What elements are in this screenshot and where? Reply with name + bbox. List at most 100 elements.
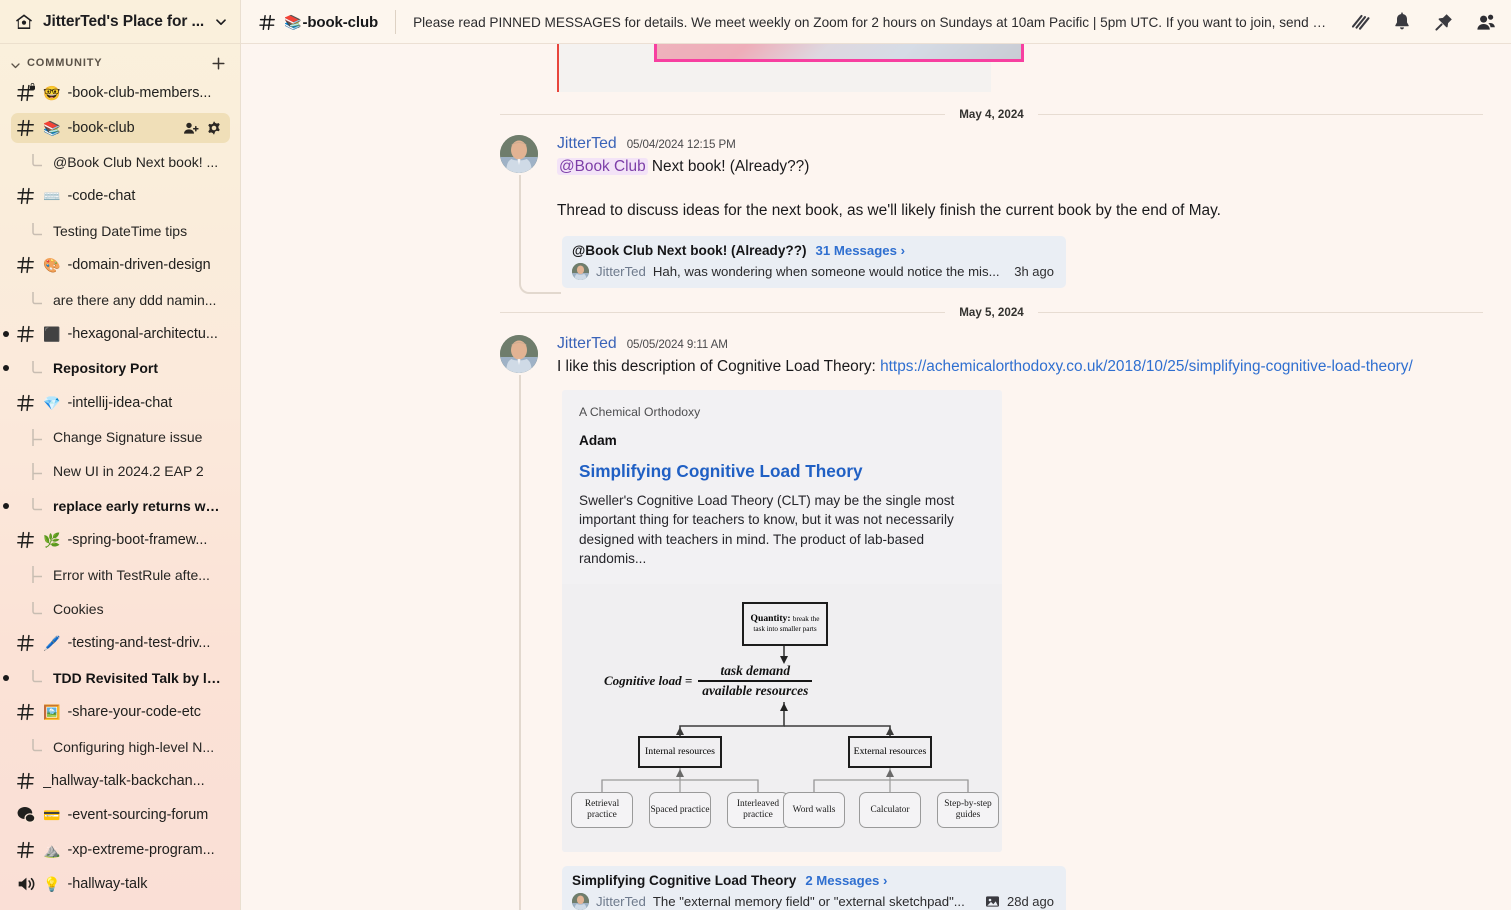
link-preview-author: Adam bbox=[579, 433, 617, 449]
thread-branch-icon bbox=[31, 360, 44, 377]
channel-emoji: 🎨 bbox=[43, 257, 61, 274]
bell-icon[interactable] bbox=[1391, 11, 1413, 33]
unread-indicator bbox=[0, 330, 11, 337]
sidebar-channel-item[interactable]: 🎨 -domain-driven-design bbox=[0, 248, 240, 282]
message-author[interactable]: JitterTed bbox=[557, 335, 617, 353]
thread-branch-icon bbox=[31, 738, 44, 755]
diagram-quantity-label: Quantity: bbox=[750, 612, 791, 624]
clipped-image-message: DOUBLE CODE bbox=[241, 44, 1511, 92]
sidebar-item-inner: 💡 -hallway-talk bbox=[11, 869, 230, 899]
diagram-leaf: Interleaved practice bbox=[727, 792, 789, 829]
image-attachment-frame[interactable]: DOUBLE CODE bbox=[559, 44, 1024, 92]
sidebar-item-inner: 🎨 -domain-driven-design bbox=[11, 250, 230, 280]
sidebar-item-label: -book-club-members... bbox=[67, 85, 212, 102]
hash-icon bbox=[16, 840, 36, 860]
message-list: DOUBLE CODE May 4, 2024 bbox=[241, 44, 1511, 910]
sidebar-thread-item[interactable]: Cookies bbox=[0, 592, 240, 626]
hash-icon bbox=[16, 393, 36, 413]
date-separator: May 4, 2024 bbox=[241, 92, 1511, 131]
sidebar-channel-item[interactable]: 🤓 -book-club-members... bbox=[0, 76, 240, 110]
channel-topic[interactable]: Please read PINNED MESSAGES for details.… bbox=[413, 15, 1331, 30]
server-header[interactable]: JitterTed's Place for ... bbox=[0, 0, 240, 44]
avatar[interactable] bbox=[500, 335, 538, 374]
sidebar-thread-item[interactable]: New UI in 2024.2 EAP 2 bbox=[0, 454, 240, 488]
date-label: May 5, 2024 bbox=[959, 306, 1024, 320]
community-section-header[interactable]: COMMUNITY bbox=[0, 44, 240, 76]
members-icon[interactable] bbox=[1475, 11, 1497, 33]
sidebar-channel-item[interactable]: 📚 -book-club bbox=[0, 110, 240, 144]
unread-indicator bbox=[0, 502, 11, 509]
avatar[interactable] bbox=[500, 135, 538, 173]
sidebar-item-label: are there any ddd namin... bbox=[53, 291, 217, 308]
sidebar-item-inner: are there any ddd namin... bbox=[11, 285, 230, 315]
gear-icon[interactable] bbox=[206, 120, 222, 136]
message-body: JitterTed 05/04/2024 12:15 PM @Book Club… bbox=[544, 135, 1487, 289]
sidebar-thread-item[interactable]: replace early returns wit... bbox=[0, 489, 240, 523]
hash-icon bbox=[16, 118, 36, 138]
link-preview-card[interactable]: A Chemical Orthodoxy Adam Simplifying Co… bbox=[562, 390, 1002, 853]
message-text: Thread to discuss ideas for the next boo… bbox=[557, 201, 1221, 219]
attached-image[interactable]: DOUBLE CODE bbox=[654, 44, 1024, 62]
sidebar-thread-item[interactable]: Error with TestRule afte... bbox=[0, 557, 240, 591]
thread-branch-icon bbox=[31, 153, 44, 170]
channel-emoji: 🖊️ bbox=[43, 635, 61, 652]
thread-preview-card[interactable]: Simplifying Cognitive Load Theory 2 Mess… bbox=[562, 866, 1066, 910]
formula-label: Cognitive load = bbox=[604, 673, 693, 689]
sidebar-thread-item[interactable]: Repository Port bbox=[0, 351, 240, 385]
sidebar-channel-item[interactable]: 💎 -intellij-idea-chat bbox=[0, 386, 240, 420]
diagram-box-quantity: Quantity: break the task into smaller pa… bbox=[742, 602, 828, 647]
sidebar-item-label: Repository Port bbox=[53, 360, 159, 377]
sidebar-channel-item[interactable]: 💳 -event-sourcing-forum bbox=[0, 798, 240, 832]
sidebar-channel-item[interactable]: _hallway-talk-backchan... bbox=[0, 764, 240, 798]
thread-message-count[interactable]: 31 Messages › bbox=[816, 243, 905, 258]
channel-emoji: 🖼️ bbox=[43, 704, 61, 721]
thread-preview-card[interactable]: @Book Club Next book! (Already??) 31 Mes… bbox=[562, 236, 1066, 289]
sidebar-item-label: -xp-extreme-program... bbox=[67, 841, 215, 858]
app-root: JitterTed's Place for ... COMMUNITY 🤓 -bo… bbox=[0, 0, 1511, 910]
cognitive-load-diagram: Quantity: break the task into smaller pa… bbox=[562, 590, 1002, 842]
sidebar-channel-item[interactable]: 💡 -hallway-talk bbox=[0, 867, 240, 901]
link-preview-image[interactable]: Quantity: break the task into smaller pa… bbox=[562, 584, 1002, 853]
message-url-link[interactable]: https://achemicalorthodoxy.co.uk/2018/10… bbox=[880, 358, 1413, 375]
sidebar-thread-item[interactable]: Change Signature issue bbox=[0, 420, 240, 454]
add-member-icon[interactable] bbox=[183, 120, 199, 136]
thread-branch-icon bbox=[31, 601, 44, 618]
sidebar-channel-item[interactable]: ⛰️ -xp-extreme-program... bbox=[0, 833, 240, 867]
sidebar-channel-item[interactable]: 🖊️ -testing-and-test-driv... bbox=[0, 626, 240, 660]
image-attachment-icon bbox=[985, 894, 1000, 909]
pin-icon[interactable] bbox=[1433, 11, 1455, 33]
sidebar-thread-item[interactable]: are there any ddd namin... bbox=[0, 282, 240, 316]
link-preview-title[interactable]: Simplifying Cognitive Load Theory bbox=[579, 448, 985, 482]
chevron-down-icon[interactable] bbox=[214, 15, 228, 29]
thread-branch-icon bbox=[31, 222, 44, 239]
sidebar-thread-item[interactable]: TDD Revisited Talk by la... bbox=[0, 661, 240, 695]
sidebar-item-inner: ⛰️ -xp-extreme-program... bbox=[11, 835, 230, 865]
sidebar-channel-item[interactable]: 🌿 -spring-boot-framew... bbox=[0, 523, 240, 557]
sidebar: JitterTed's Place for ... COMMUNITY 🤓 -bo… bbox=[0, 0, 241, 910]
message-text: I like this description of Cognitive Loa… bbox=[557, 353, 1487, 378]
sidebar-item-inner: replace early returns wit... bbox=[11, 491, 230, 521]
hash-icon bbox=[16, 324, 36, 344]
add-channel-icon[interactable] bbox=[211, 56, 226, 71]
diagram-leaf: Retrieval practice bbox=[571, 792, 633, 829]
sidebar-item-inner: 💳 -event-sourcing-forum bbox=[11, 800, 230, 830]
sidebar-thread-item[interactable]: @Book Club Next book! ... bbox=[0, 145, 240, 179]
thread-message-count[interactable]: 2 Messages › bbox=[805, 873, 887, 888]
threads-icon[interactable] bbox=[1349, 11, 1371, 33]
sidebar-channel-item[interactable]: ⬛ -hexagonal-architectu... bbox=[0, 317, 240, 351]
chevron-down-icon bbox=[10, 58, 21, 69]
channel-emoji: ⌨️ bbox=[43, 188, 61, 205]
sidebar-channel-item[interactable]: 🖼️ -share-your-code-etc bbox=[0, 695, 240, 729]
mention-chip[interactable]: @Book Club bbox=[557, 158, 648, 175]
sidebar-item-label: New UI in 2024.2 EAP 2 bbox=[53, 463, 204, 480]
sidebar-thread-item[interactable]: Configuring high-level N... bbox=[0, 729, 240, 763]
channel-emoji: 🌿 bbox=[43, 532, 61, 549]
message-text-prefix: I like this description of Cognitive Loa… bbox=[557, 358, 881, 376]
sidebar-item-inner: ⌨️ -code-chat bbox=[11, 181, 230, 211]
formula-numerator: task demand bbox=[720, 663, 791, 679]
sidebar-channel-item[interactable]: ⌨️ -code-chat bbox=[0, 179, 240, 213]
channel-emoji: 💳 bbox=[43, 807, 61, 824]
sidebar-thread-item[interactable]: Testing DateTime tips bbox=[0, 214, 240, 248]
message-author[interactable]: JitterTed bbox=[557, 135, 617, 153]
channel-emoji: ⛰️ bbox=[43, 841, 61, 858]
